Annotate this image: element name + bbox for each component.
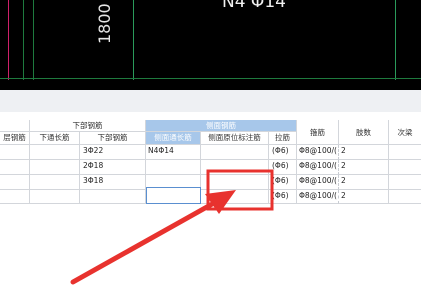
table-cell-side-original[interactable]	[201, 160, 269, 175]
table-cell[interactable]	[389, 175, 421, 190]
table-cell-legs[interactable]: 2	[339, 175, 389, 190]
cad-dimension-label: 1800	[95, 3, 114, 44]
header-side-original: 侧面原位标注筋	[201, 132, 269, 145]
table-cell-side-original[interactable]	[201, 175, 269, 190]
table-cell-legs[interactable]: 2	[339, 145, 389, 160]
table-cell[interactable]	[0, 175, 30, 190]
table-cell-side-original[interactable]	[201, 190, 269, 204]
table-cell-side-original[interactable]	[201, 145, 269, 160]
table-cell-bottom-bar[interactable]: 2Φ18	[80, 160, 146, 175]
cad-drawing-canvas[interactable]: 1800 N4 Φ14	[0, 0, 421, 90]
table-cell-tie[interactable]: (Φ6)	[269, 160, 297, 175]
table-cell[interactable]	[30, 190, 80, 204]
table-cell-stirrup[interactable]: Φ8@100/(	[297, 175, 339, 190]
table-cell-side-through[interactable]	[146, 160, 201, 175]
table-cell[interactable]	[0, 145, 30, 160]
header-bottom-group-label: 下部钢筋	[72, 121, 103, 130]
table-cell-bottom-bar[interactable]: 3Φ22	[80, 145, 146, 160]
cad-line-green-4	[395, 0, 396, 80]
table-cell[interactable]	[30, 145, 80, 160]
cad-rebar-label: N4 Φ14	[222, 0, 286, 12]
header-bottom-bar: 下部钢筋	[80, 132, 146, 145]
active-edit-cell-side-through[interactable]	[146, 187, 201, 204]
header-legs: 肢数	[339, 120, 389, 145]
table-cell[interactable]	[30, 175, 80, 190]
header-side-group-label: 侧面钢筋	[206, 121, 236, 130]
header-stirrup: 箍筋	[297, 120, 339, 145]
header-bottom-through: 下通长筋	[30, 132, 80, 145]
cad-line-green-2	[33, 0, 34, 80]
header-side-through: 侧面通长筋	[146, 132, 201, 145]
table-cell-legs[interactable]: 2	[339, 160, 389, 175]
table-cell-tie[interactable]: (Φ6)	[269, 190, 297, 204]
table-cell-bottom-bar[interactable]: 3Φ18	[80, 175, 146, 190]
table-cell[interactable]	[389, 190, 421, 204]
header-col0: 层钢筋	[0, 132, 30, 145]
table-cell-legs[interactable]: 2	[339, 190, 389, 204]
header-side-group: 侧面钢筋	[146, 120, 297, 132]
table-cell[interactable]	[0, 190, 30, 204]
table-cell[interactable]	[0, 160, 30, 175]
cad-line-green	[23, 0, 24, 80]
table-cell[interactable]	[30, 160, 80, 175]
header-tie: 拉筋	[269, 132, 297, 145]
table-cell-stirrup[interactable]: Φ8@100/(	[297, 160, 339, 175]
header-secondary: 次梁	[389, 120, 421, 145]
table-cell-stirrup[interactable]: Φ8@100/(	[297, 190, 339, 204]
table-cell-tie[interactable]: (Φ6)	[269, 175, 297, 190]
table-cell-side-through[interactable]: N4Φ14	[146, 145, 201, 160]
cad-line-magenta	[8, 0, 9, 80]
table-cell[interactable]	[389, 160, 421, 175]
table-cell-stirrup[interactable]: Φ8@100/(	[297, 145, 339, 160]
header-bottom-group: 下部钢筋	[30, 120, 146, 132]
header-col0-top	[0, 120, 30, 132]
table-cell-tie[interactable]: (Φ6)	[269, 145, 297, 160]
panel-separator	[0, 90, 421, 112]
cad-line-horizontal	[0, 78, 421, 79]
beam-attribute-table[interactable]: 下部钢筋 侧面钢筋 层钢筋 下通长筋 下部钢筋 侧面通长筋 侧面原位标注筋 拉筋…	[0, 112, 421, 305]
table-cell[interactable]	[389, 145, 421, 160]
table-cell-bottom-bar[interactable]	[80, 190, 146, 204]
